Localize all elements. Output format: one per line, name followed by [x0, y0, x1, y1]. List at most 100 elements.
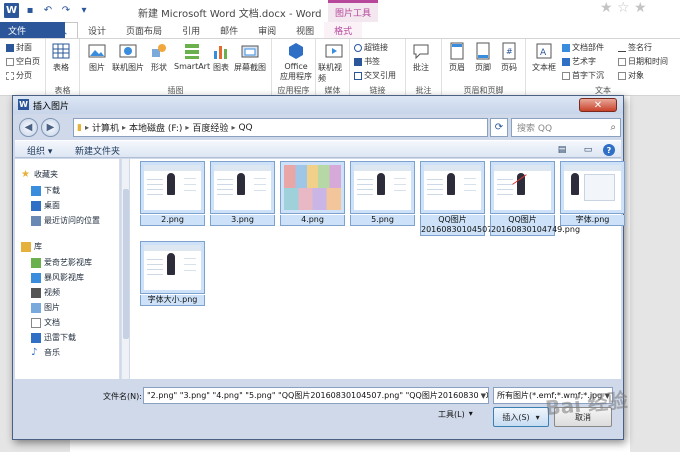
- nav-documents[interactable]: 文档: [31, 317, 60, 328]
- bookmark-button[interactable]: 书签: [354, 56, 380, 67]
- preview-pane-icon[interactable]: ▭: [581, 143, 595, 156]
- forward-arrow-icon: ▶: [46, 122, 55, 133]
- table-button[interactable]: 表格: [52, 41, 70, 73]
- insert-dropdown-icon[interactable]: ▾: [536, 413, 540, 422]
- picture-button[interactable]: 图片: [88, 41, 106, 73]
- forward-button[interactable]: ▶: [41, 118, 60, 137]
- word-dialog-icon: W: [18, 99, 29, 110]
- address-bar[interactable]: ▮ ▸ 计算机 ▸ 本地磁盘 (F:) ▸ 百度经验 ▸ QQ: [73, 118, 488, 137]
- hyperlink-icon: [354, 43, 362, 52]
- view-options-icon[interactable]: ▤: [555, 143, 569, 156]
- signature-line-button[interactable]: 签名行: [618, 42, 652, 53]
- wordart-button[interactable]: 艺术字: [562, 56, 596, 67]
- blank-page-button[interactable]: 空白页: [6, 56, 40, 67]
- undo-icon[interactable]: ↶: [41, 4, 55, 18]
- file-item[interactable]: QQ图片20160830104749.png: [490, 161, 580, 236]
- tab-format[interactable]: 格式: [324, 22, 363, 38]
- breadcrumb-baidu[interactable]: 百度经验: [189, 121, 231, 134]
- nav-music[interactable]: ♪ 音乐: [31, 347, 60, 358]
- file-item[interactable]: 4.png: [280, 161, 345, 226]
- decorative-stars: ★ ☆ ★: [600, 0, 647, 16]
- footer-button[interactable]: 页脚: [474, 41, 492, 73]
- search-input[interactable]: 搜索 QQ ⌕: [511, 118, 621, 137]
- close-button[interactable]: ✕: [579, 98, 617, 112]
- online-video-button[interactable]: 联机视频: [318, 41, 349, 84]
- nav-baofeng[interactable]: 暴风影视库: [31, 272, 84, 283]
- breadcrumb-drive[interactable]: 本地磁盘 (F:): [126, 121, 185, 134]
- word-title-bar: W ▪ ↶ ↷ ▾ 新建 Microsoft Word 文档.docx - Wo…: [0, 0, 680, 22]
- hyperlink-button[interactable]: 超链接: [354, 42, 388, 53]
- nav-pictures[interactable]: 图片: [31, 302, 60, 313]
- file-item[interactable]: 字体.png: [560, 161, 625, 226]
- header-button[interactable]: 页眉: [448, 41, 466, 73]
- textbox-button[interactable]: A 文本框: [532, 41, 556, 73]
- tools-button[interactable]: 工具(L) ▾: [438, 409, 473, 420]
- nav-downloads[interactable]: 下载: [31, 185, 60, 196]
- filename-input[interactable]: "2.png" "3.png" "4.png" "5.png" "QQ图片201…: [143, 387, 489, 404]
- tab-page-layout[interactable]: 页面布局: [116, 22, 172, 38]
- nav-favorites[interactable]: ★ 收藏夹: [21, 169, 58, 180]
- cover-page-button[interactable]: 封面: [6, 42, 32, 53]
- breadcrumb-computer[interactable]: 计算机: [89, 121, 122, 134]
- file-thumbnail: [560, 161, 625, 214]
- media-group: 联机视频 媒体: [316, 39, 350, 97]
- redo-icon[interactable]: ↷: [59, 4, 73, 18]
- page-number-button[interactable]: # 页码: [500, 41, 518, 73]
- quick-parts-button[interactable]: 文档部件: [562, 42, 604, 53]
- page-number-icon: #: [502, 42, 516, 60]
- tab-mailings[interactable]: 邮件: [210, 22, 248, 38]
- save-icon[interactable]: ▪: [23, 4, 37, 18]
- video-icon: [31, 287, 41, 298]
- organize-button[interactable]: 组织 ▾: [27, 144, 52, 157]
- tab-file[interactable]: 文件: [0, 22, 65, 38]
- cross-reference-button[interactable]: 交叉引用: [354, 70, 396, 81]
- comments-group: 批注 批注: [406, 39, 442, 97]
- chart-button[interactable]: 图表: [212, 41, 230, 73]
- file-item[interactable]: 2.png: [140, 161, 205, 226]
- comment-button[interactable]: 批注: [412, 41, 430, 73]
- filename-dropdown-icon[interactable]: ▼: [478, 391, 486, 400]
- refresh-icon: ⟳: [494, 122, 504, 133]
- file-item[interactable]: QQ图片20160830104507.png: [420, 161, 511, 236]
- online-pictures-button[interactable]: 联机图片: [112, 41, 144, 73]
- pictures-icon: [31, 302, 41, 313]
- tab-view[interactable]: 视图: [286, 22, 324, 38]
- file-item[interactable]: 3.png: [210, 161, 275, 226]
- date-time-button[interactable]: 日期和时间: [618, 56, 668, 67]
- footer-icon: [476, 42, 490, 60]
- new-folder-button[interactable]: 新建文件夹: [75, 144, 120, 157]
- nav-libraries[interactable]: 库: [21, 241, 42, 252]
- nav-scrollbar-thumb[interactable]: [123, 189, 129, 339]
- dialog-toolbar: 组织 ▾ 新建文件夹 ▤ ▭ ?: [15, 140, 621, 158]
- illustrations-group: 图片 联机图片 形状 SmartArt 图表 屏幕截图 插图: [80, 39, 272, 97]
- nav-desktop[interactable]: 桌面: [31, 200, 60, 211]
- object-button[interactable]: 对象: [618, 70, 644, 81]
- refresh-button[interactable]: ⟳: [490, 118, 508, 137]
- customize-qat-icon[interactable]: ▾: [77, 4, 91, 18]
- shapes-button[interactable]: 形状: [150, 41, 168, 73]
- page-break-button[interactable]: 分页: [6, 70, 32, 81]
- file-item[interactable]: 5.png: [350, 161, 415, 226]
- search-placeholder: 搜索 QQ: [517, 124, 553, 134]
- office-apps-button[interactable]: Office 应用程序: [280, 41, 312, 82]
- ribbon-tab-bar: 文件 开始 插入 设计 页面布局 引用 邮件 审阅 视图 格式: [0, 22, 680, 38]
- file-thumbnail: [280, 161, 345, 214]
- tab-references[interactable]: 引用: [172, 22, 210, 38]
- smartart-button[interactable]: SmartArt: [174, 41, 210, 71]
- nav-iqiyi[interactable]: 爱奇艺影视库: [31, 257, 92, 268]
- nav-scrollbar[interactable]: [121, 159, 129, 379]
- nav-recent-places[interactable]: 最近访问的位置: [31, 215, 100, 226]
- insert-button[interactable]: 插入(S) ▾: [493, 407, 549, 427]
- tab-review[interactable]: 审阅: [248, 22, 286, 38]
- back-button[interactable]: ◀: [19, 118, 38, 137]
- drop-cap-button[interactable]: 首字下沉: [562, 70, 604, 81]
- file-name: QQ图片20160830104507.png: [420, 215, 511, 236]
- tab-design[interactable]: 设计: [78, 22, 116, 38]
- nav-videos[interactable]: 视频: [31, 287, 60, 298]
- help-icon[interactable]: ?: [603, 144, 615, 156]
- breadcrumb-qq[interactable]: QQ: [235, 123, 255, 133]
- screenshot-button[interactable]: 屏幕截图: [234, 41, 266, 73]
- nav-thunder[interactable]: 迅雷下载: [31, 332, 76, 343]
- pages-group: 封面 空白页 分页: [0, 39, 46, 97]
- file-item[interactable]: 字体大小.png: [140, 241, 205, 306]
